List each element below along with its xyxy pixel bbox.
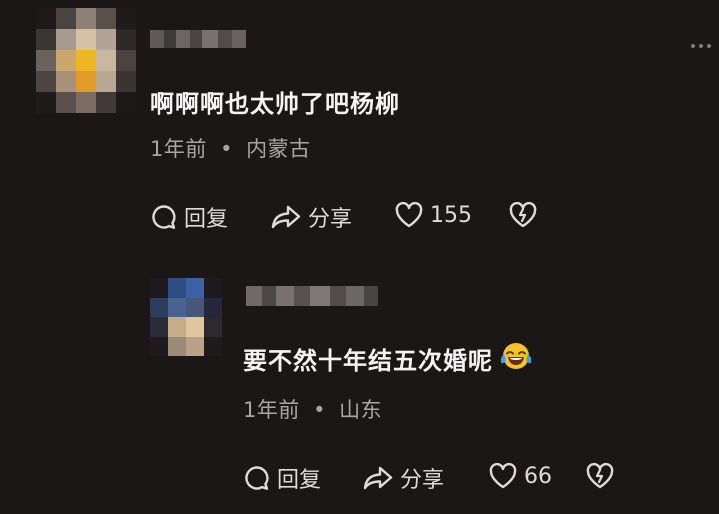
reply-avatar[interactable] [150,278,222,356]
reply-share-button[interactable]: 分享 [362,462,444,494]
reply-username[interactable] [246,286,378,306]
share-label: 分享 [308,207,353,232]
reply-meta: 1年前 • 山东 [243,394,382,424]
share-arrow-icon [271,205,301,229]
like-button[interactable]: 155 [394,201,472,229]
comment-bubble-icon [245,466,269,490]
reply-reply-button[interactable]: 回复 [243,462,321,494]
like-count: 66 [524,463,552,489]
reply-dislike-button[interactable] [585,462,615,490]
reply-text-content: 要不然十年结五次婚呢 [243,347,493,375]
reply-label: 回复 [184,207,229,232]
avatar[interactable] [36,8,136,114]
broken-heart-icon [586,462,614,489]
more-options-icon[interactable] [691,44,711,48]
reply-time: 1年前 [243,398,300,422]
reply-location: 山东 [339,398,383,422]
heart-icon [395,201,423,228]
reply-text: 要不然十年结五次婚呢 [243,340,533,376]
reply-like-button[interactable]: 66 [488,462,552,490]
share-label: 分享 [400,468,445,493]
share-arrow-icon [363,466,393,490]
meta-separator: • [313,398,326,422]
comment-text: 啊啊啊也太帅了吧杨柳 [150,90,400,118]
reply-label: 回复 [277,468,322,493]
share-button[interactable]: 分享 [270,201,352,233]
comment-bubble-icon [152,205,176,229]
comment-meta: 1年前 • 内蒙古 [150,133,311,163]
laughing-crying-emoji-icon [500,343,532,369]
reply-button[interactable]: 回复 [150,201,228,233]
dislike-button[interactable] [508,201,538,229]
heart-icon [489,462,517,489]
comment-location: 内蒙古 [246,137,311,161]
username[interactable] [150,30,246,48]
comment-time: 1年前 [150,137,207,161]
like-count: 155 [430,202,472,228]
meta-separator: • [220,137,233,161]
broken-heart-icon [509,201,537,228]
